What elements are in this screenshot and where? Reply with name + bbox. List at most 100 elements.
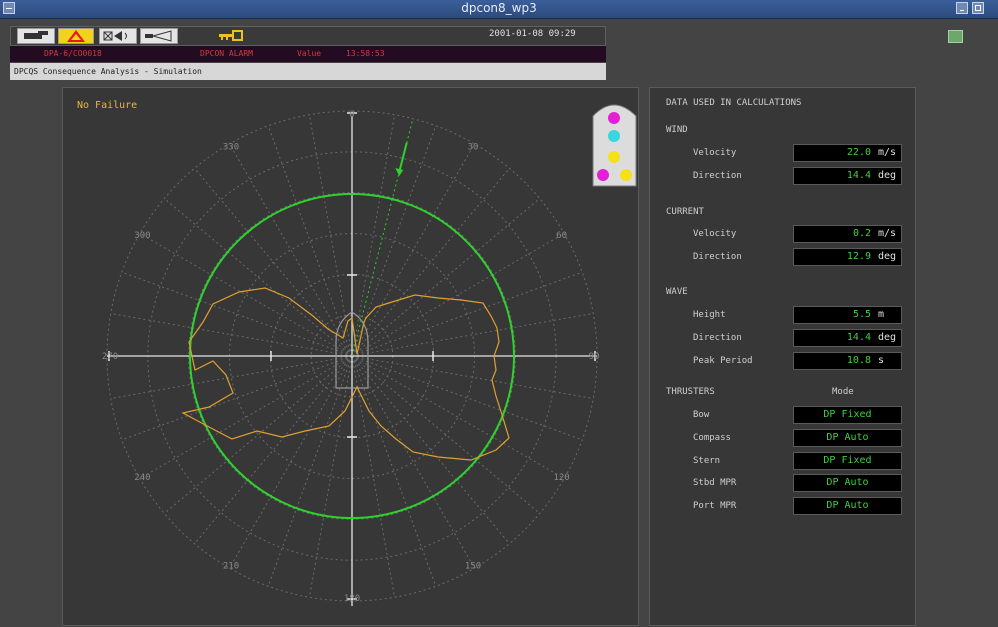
thruster-label: Stern xyxy=(693,456,721,466)
thruster-label: Port MPR xyxy=(693,501,737,511)
grid-spoke xyxy=(229,143,353,357)
thruster-mode-field[interactable]: DP Fixed xyxy=(793,452,902,470)
grid-spoke xyxy=(351,355,565,479)
wind-direction-value: 14.4 xyxy=(846,170,871,181)
thruster-label: Compass xyxy=(693,433,731,443)
thrusters-section-label: THRUSTERS xyxy=(666,387,715,397)
alarm-line[interactable]: DPA-6/CO0018 DPCON ALARM Value 13:58:53 xyxy=(10,46,606,62)
horn-button[interactable] xyxy=(140,28,178,44)
thruster-mode-field[interactable]: DP Auto xyxy=(793,429,902,447)
status-indicator[interactable] xyxy=(948,30,963,43)
wind-direction-label: Direction xyxy=(693,171,742,181)
alarm-value-label: Value xyxy=(297,49,322,58)
wind-direction-field[interactable]: 14.4 deg xyxy=(793,167,902,185)
thruster-mode-value: DP Auto xyxy=(826,477,869,488)
bearing-label: 60 xyxy=(556,231,567,241)
grid-spoke xyxy=(139,233,353,357)
thruster-label: Bow xyxy=(693,410,710,420)
wave-period-unit: s xyxy=(878,355,885,366)
bearing-label: 270 xyxy=(102,352,118,362)
bearing-label: 150 xyxy=(465,562,481,572)
wave-period-value: 10.8 xyxy=(846,355,871,366)
thruster-mode-field[interactable]: DP Auto xyxy=(793,474,902,492)
grid-spoke xyxy=(267,125,353,357)
thruster-indicator-light xyxy=(597,169,609,181)
wave-direction-label: Direction xyxy=(693,333,742,343)
thruster-mode-value: DP Auto xyxy=(826,500,869,511)
wave-height-label: Height xyxy=(693,310,726,320)
warning-triangle-icon xyxy=(67,30,85,42)
bearing-label: 180 xyxy=(344,594,360,604)
capability-plot-panel: 0 30 60 90 120 150 180 210 240 270 300 330 No Failu… xyxy=(62,87,639,626)
capability-polar-plot: 0 30 60 90 120 150 180 210 240 270 300 330 xyxy=(102,104,637,606)
thruster-indicator-light xyxy=(608,130,620,142)
maximize-button[interactable] xyxy=(972,2,984,14)
silence-horn-button[interactable] xyxy=(99,28,137,44)
key-icon[interactable] xyxy=(217,29,245,43)
panel-header: DATA USED IN CALCULATIONS xyxy=(666,98,802,108)
current-direction-field[interactable]: 12.9 deg xyxy=(793,248,902,266)
wind-velocity-unit: m/s xyxy=(878,147,897,158)
minimize-button[interactable] xyxy=(956,2,968,14)
status-bar: DPCQS Consequence Analysis - Simulation xyxy=(10,63,606,80)
alarm-toolbar: 2001-01-08 09:29 xyxy=(10,26,606,46)
current-section-label: CURRENT xyxy=(666,207,704,217)
bearing-label: 120 xyxy=(553,473,569,483)
calculation-data-panel: DATA USED IN CALCULATIONS WIND Velocity … xyxy=(649,87,916,626)
bearing-label: 30 xyxy=(468,142,479,152)
thruster-label: Stbd MPR xyxy=(693,478,737,488)
bearing-label: 210 xyxy=(223,562,239,572)
horn-icon xyxy=(145,30,172,42)
failure-status-label: No Failure xyxy=(77,100,138,111)
current-velocity-value: 0.2 xyxy=(852,228,871,239)
wind-velocity-label: Velocity xyxy=(693,148,737,158)
capability-envelope xyxy=(181,287,510,461)
acknowledge-button[interactable] xyxy=(17,28,55,44)
bearing-label: 330 xyxy=(223,142,239,152)
status-text: DPCQS Consequence Analysis - Simulation xyxy=(14,67,202,76)
alarm-source: DPA-6/CO0018 xyxy=(44,49,102,58)
thruster-mode-value: DP Fixed xyxy=(823,455,872,466)
alarm-type: DPCON ALARM xyxy=(200,49,253,58)
wave-direction-value: 14.4 xyxy=(846,332,871,343)
current-direction-value: 12.9 xyxy=(846,251,871,262)
grid-spoke xyxy=(351,355,583,441)
bearing-label: 90 xyxy=(589,352,600,362)
alarm-time: 13:58:53 xyxy=(346,49,385,58)
thruster-mode-value: DP Auto xyxy=(826,432,869,443)
thruster-indicator-light xyxy=(620,169,632,181)
wind-section-label: WIND xyxy=(666,125,688,135)
wave-height-unit: m xyxy=(878,309,885,320)
window-title: dpcon8_wp3 xyxy=(461,1,537,15)
alarm-warning-button[interactable] xyxy=(58,28,94,44)
thruster-mode-field[interactable]: DP Auto xyxy=(793,497,902,515)
wind-velocity-field[interactable]: 22.0 m/s xyxy=(793,144,902,162)
wind-direction-unit: deg xyxy=(878,170,897,181)
current-velocity-label: Velocity xyxy=(693,229,737,239)
thruster-indicator-light xyxy=(608,112,620,124)
bearing-label: 300 xyxy=(134,231,150,241)
current-velocity-field[interactable]: 0.2 m/s xyxy=(793,225,902,243)
thruster-mode-value: DP Fixed xyxy=(823,409,872,420)
bearing-label: 0 xyxy=(349,110,354,120)
grid-spoke xyxy=(351,355,437,587)
current-direction-unit: deg xyxy=(878,251,897,262)
grid-spoke xyxy=(351,355,475,569)
wave-height-field[interactable]: 5.5 m xyxy=(793,306,902,324)
current-velocity-unit: m/s xyxy=(878,228,897,239)
current-direction-label: Direction xyxy=(693,252,742,262)
window-titlebar: dpcon8_wp3 xyxy=(0,0,998,19)
wind-velocity-value: 22.0 xyxy=(846,147,871,158)
wave-period-label: Peak Period xyxy=(693,356,753,366)
bearing-label: 240 xyxy=(134,473,150,483)
wave-section-label: WAVE xyxy=(666,287,688,297)
thrusters-mode-header: Mode xyxy=(832,387,854,397)
wave-direction-field[interactable]: 14.4 deg xyxy=(793,329,902,347)
grid-spoke xyxy=(121,271,353,357)
hand-icon xyxy=(24,31,48,39)
wave-height-value: 5.5 xyxy=(852,309,871,320)
wave-period-field[interactable]: 10.8 s xyxy=(793,352,902,370)
datetime: 2001-01-08 09:29 xyxy=(489,29,576,39)
thruster-mode-field[interactable]: DP Fixed xyxy=(793,406,902,424)
thruster-indicator-light xyxy=(608,151,620,163)
